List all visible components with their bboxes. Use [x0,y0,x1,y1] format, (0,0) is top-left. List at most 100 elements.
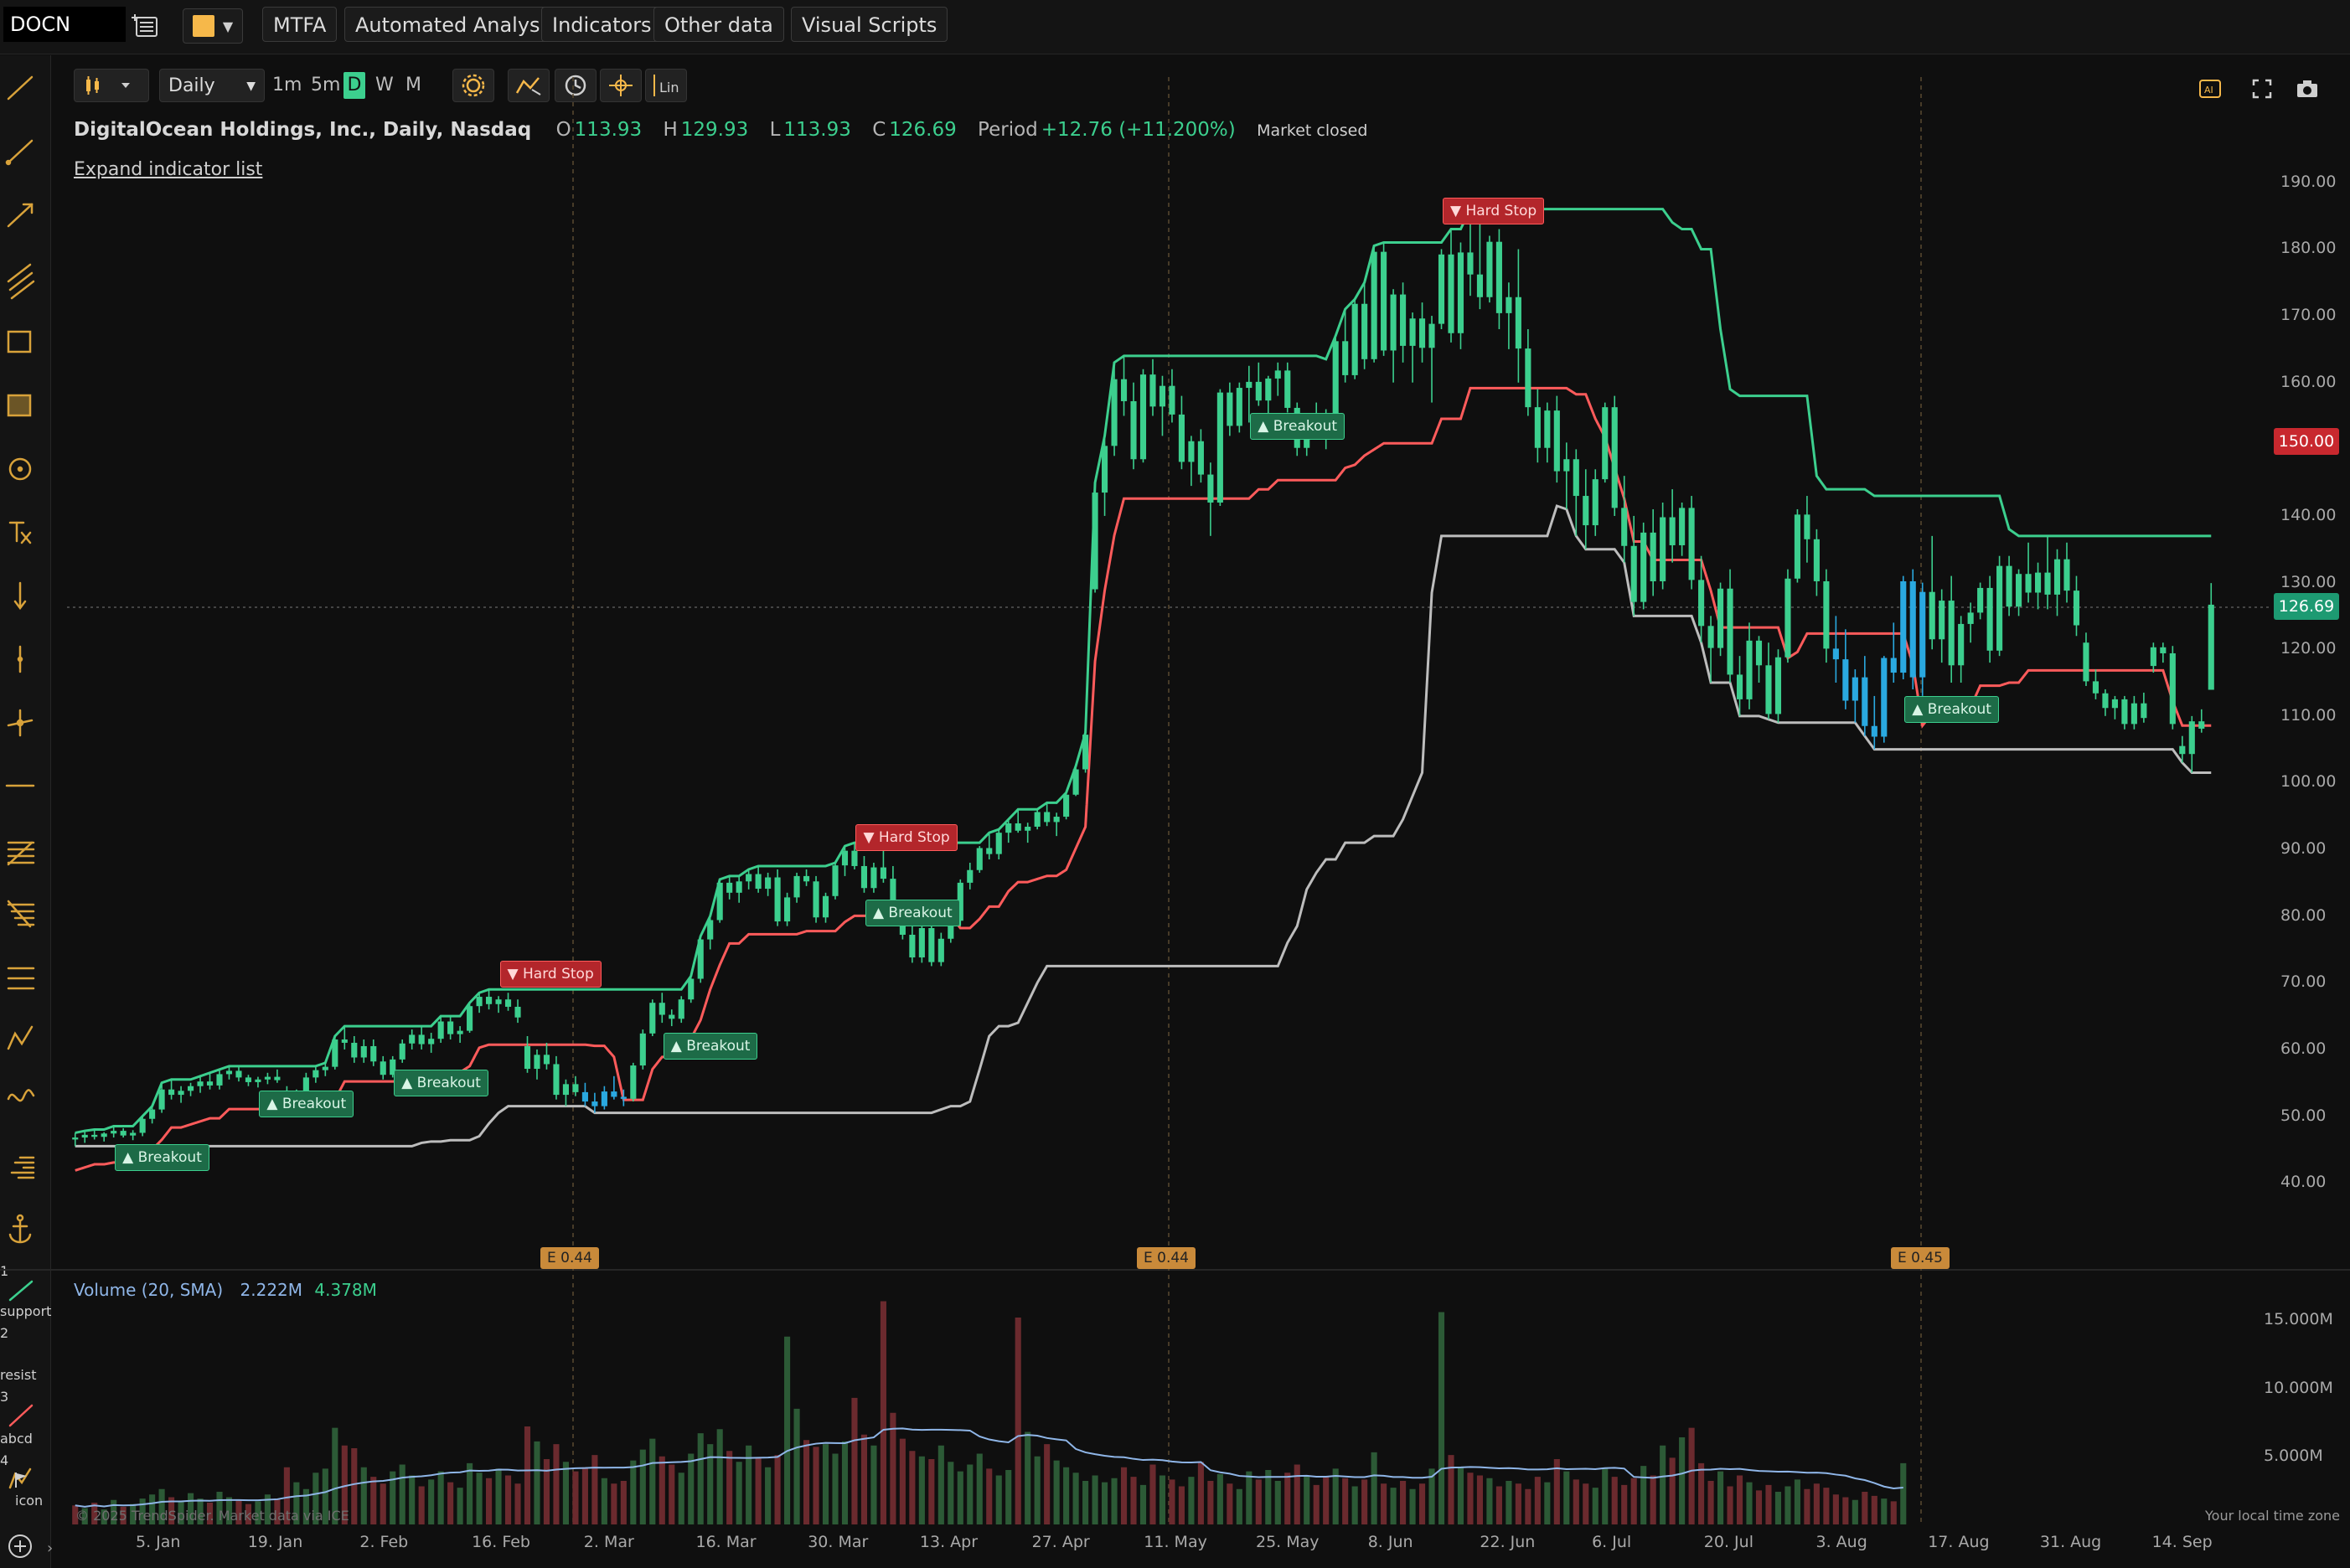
breakout-signal[interactable]: ▲ Breakout [1904,695,1999,723]
scale-toggle-button[interactable]: Lin [645,69,687,102]
fib-extension-tool-icon[interactable] [7,900,35,928]
candle-body [2073,591,2080,626]
earnings-marker[interactable]: E 0.44 [1137,1247,1196,1269]
volume-bar [1044,1444,1051,1524]
crosshair-button[interactable] [600,69,642,102]
expand-indicator-list-link[interactable]: Expand indicator list [74,159,262,180]
tool-number-1: 1 [0,1263,9,1279]
candle-body [187,1086,194,1091]
candle [255,1076,261,1088]
breakout-signal[interactable]: ▲ Breakout [663,1033,758,1060]
candle-body [986,848,993,854]
anchor-tool-icon[interactable] [8,1214,32,1244]
upper-channel-line [75,208,2212,1134]
arrow-down-tool-icon[interactable] [13,581,27,611]
trendline-tool-icon[interactable] [7,75,34,101]
resist-tool-icon[interactable] [8,1404,34,1427]
price-chart[interactable] [0,0,2350,1568]
high-value: 129.93 [680,119,749,141]
volume-bar [1188,1477,1195,1524]
breakout-signal[interactable]: ▲ Breakout [259,1091,354,1118]
volume-bar [832,1453,839,1524]
symbol-input[interactable]: DOCN [3,7,126,42]
drawing-tool-icons [5,75,35,1558]
color-swatch-button[interactable]: ▼ [183,8,243,44]
candle [457,1026,463,1043]
timeline-expand-icon[interactable]: › [47,1540,53,1557]
candle [1457,242,1464,349]
candle-body [1573,459,1579,497]
candle [2034,562,2042,610]
automated-analysis-button[interactable]: Automated Analysis [344,7,567,42]
data-attribution: © 2025 TrendSpider. Market data via ICE [75,1508,349,1524]
ai-icon[interactable]: AI [2197,75,2223,102]
support-tool-icon[interactable] [8,1280,34,1302]
volume-profile-tool-icon[interactable] [10,1156,35,1179]
last-price-tag: 126.69 [2274,593,2339,620]
breakout-signal[interactable]: ▲ Breakout [394,1069,488,1096]
vertical-line-tool-icon[interactable] [17,645,23,673]
hard-stop-signal[interactable]: ▼ Hard Stop [499,961,602,988]
replay-button[interactable] [555,69,597,102]
candle-body [168,1089,175,1096]
interval-1m-button[interactable]: 1m [272,69,302,102]
settings-button[interactable] [452,69,494,102]
volume-bar [1765,1484,1772,1524]
indicator-compare-button[interactable] [508,69,550,102]
candle-body [467,1006,473,1031]
zoom-in-icon[interactable] [8,1534,32,1558]
polyline-tool-icon[interactable] [7,1025,34,1050]
candle-body [832,865,839,896]
volume-bar [669,1464,675,1524]
fibonacci-tool-icon[interactable] [7,841,35,866]
chart-type-button[interactable] [74,69,149,102]
interval-d-button[interactable]: D [343,72,365,99]
candle [2053,549,2061,616]
arrow-tool-icon[interactable] [7,203,34,228]
other-data-button[interactable]: Other data [653,7,784,42]
mtfa-button[interactable]: MTFA [262,7,338,42]
level-lines [75,208,2212,1172]
channel-tool-icon[interactable] [7,263,35,300]
breakout-signal[interactable]: ▲ Breakout [115,1144,209,1172]
camera-icon[interactable] [2294,75,2321,102]
watchlist-icon[interactable] [131,10,161,40]
hard-stop-signal[interactable]: ▼ Hard Stop [1442,197,1545,224]
volume-bar [1630,1478,1637,1524]
earnings-marker[interactable]: E 0.44 [540,1247,599,1269]
candle-body [1515,297,1521,349]
interval-select[interactable]: Daily ▼ [159,69,265,102]
candle [139,1116,146,1137]
earnings-marker[interactable]: E 0.45 [1891,1247,1950,1269]
interval-5m-button[interactable]: 5m [311,69,340,102]
fill-rectangle-tool-icon[interactable] [7,394,32,417]
circle-tool-icon[interactable] [8,457,32,481]
candle [1092,482,1098,593]
crosshair-tool-icon[interactable] [7,709,34,737]
hard-stop-signal[interactable]: ▼ Hard Stop [855,824,958,852]
parallel-lines-tool-icon[interactable] [7,967,35,990]
breakout-signal[interactable]: ▲ Breakout [865,899,960,926]
visual-scripts-button[interactable]: Visual Scripts [791,7,948,42]
interval-w-button[interactable]: W [375,69,394,102]
volume-tick-label: 5.000M [2264,1446,2323,1465]
candle-body [851,850,858,866]
candle [581,1082,588,1106]
ray-tool-icon[interactable] [5,139,34,166]
candle-body [1958,623,1965,666]
curve-tool-icon[interactable] [7,1089,35,1102]
volume-bar [765,1467,772,1524]
volume-bar [1727,1486,1733,1524]
flag-tool-icon[interactable] [12,1471,30,1489]
interval-m-button[interactable]: M [405,69,421,102]
text-tool-icon[interactable] [8,521,32,544]
candle [1207,462,1214,536]
indicators-button[interactable]: Indicators [541,7,663,42]
candle [2083,632,2089,686]
candle-body [235,1070,242,1078]
candle [1255,362,1262,406]
fullscreen-icon[interactable] [2249,75,2275,102]
candle [1072,766,1079,797]
rectangle-tool-icon[interactable] [7,330,32,353]
breakout-signal[interactable]: ▲ Breakout [1250,412,1345,440]
